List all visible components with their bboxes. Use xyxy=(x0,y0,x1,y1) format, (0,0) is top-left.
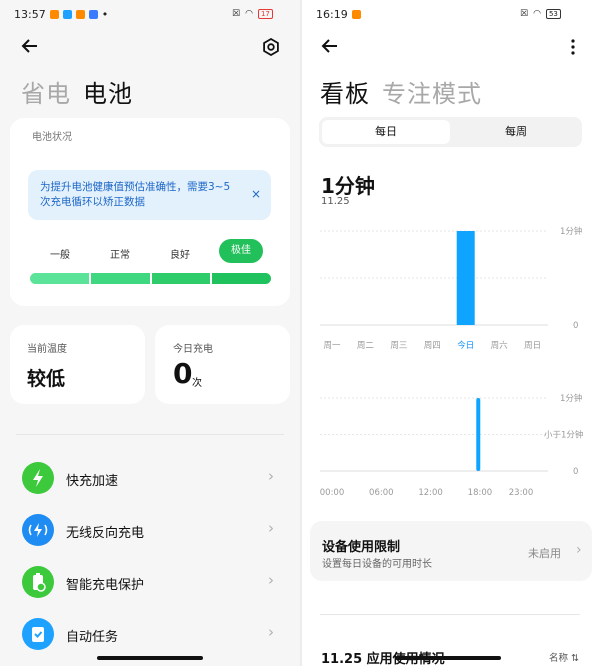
x-tick-label: 今日 xyxy=(457,340,474,351)
weekly-bar xyxy=(456,231,475,325)
battery-shield-icon xyxy=(22,566,54,598)
level-fair: 一般 xyxy=(50,250,70,261)
menu-label: 智能充电保护 xyxy=(66,578,145,593)
divider xyxy=(16,434,284,435)
hourly-usage-chart: 1分钟小于1分钟 0 00:00 06:00 12:00 18:00 23:00 xyxy=(320,393,584,498)
divider xyxy=(320,614,580,615)
status-time: 16:19 xyxy=(316,8,348,21)
period-segmented-control: 每日 每周 xyxy=(319,117,582,147)
notification-icon xyxy=(49,10,59,19)
notification-icon xyxy=(62,10,72,19)
status-dot: • xyxy=(101,8,109,21)
total-screen-time: 1分钟 xyxy=(321,174,375,198)
no-sim-icon: ☒ xyxy=(520,9,529,19)
x-tick-label: 23:00 xyxy=(509,488,534,498)
status-bar-left: 16:19 xyxy=(316,8,361,21)
segment-daily[interactable]: 每日 xyxy=(322,120,450,144)
status-bar-left: 13:57 • xyxy=(14,8,108,21)
status-bar-right: ☒ ◠ 17 xyxy=(232,9,273,19)
menu-label: 自动任务 xyxy=(66,630,119,645)
status-bar-right: ☒ ◠ 53 xyxy=(520,9,561,19)
arrow-left-icon[interactable] xyxy=(320,36,340,60)
charge-count-unit: 次 xyxy=(192,378,202,389)
health-segment xyxy=(30,273,89,284)
bluetooth-icon xyxy=(88,10,98,19)
battery-icon: 53 xyxy=(545,9,561,19)
sort-by-name-button[interactable]: 名称 ⇅ xyxy=(549,650,579,664)
more-vertical-icon[interactable] xyxy=(570,39,576,59)
x-tick-label: 06:00 xyxy=(369,488,394,498)
x-tick-label: 周六 xyxy=(491,340,509,351)
arrow-left-icon[interactable] xyxy=(20,36,40,61)
tab-battery[interactable]: 电池 xyxy=(83,74,133,109)
temperature-value: 较低 xyxy=(27,368,66,390)
level-good: 良好 xyxy=(170,250,190,261)
health-segment xyxy=(91,273,150,284)
notification-icon xyxy=(351,10,361,19)
notification-icon xyxy=(75,10,85,19)
device-limit-status: 未启用 xyxy=(528,547,561,560)
chevron-right-icon: › xyxy=(576,542,582,558)
y-tick-label: 1分钟 xyxy=(560,226,582,237)
calibration-notice: 为提升电池健康值预估准确性，需要3~5次充电循环以矫正数据 × xyxy=(28,170,271,220)
x-tick-label: 周四 xyxy=(424,341,441,351)
screen-time-screen: 16:19 ☒ ◠ 53 看板 专注模式 每日 每周 1分钟 11.25 1分钟… xyxy=(302,0,600,666)
chevron-right-icon: › xyxy=(268,623,274,641)
gear-icon[interactable] xyxy=(262,37,280,60)
menu-label: 无线反向充电 xyxy=(66,526,145,541)
level-normal: 正常 xyxy=(110,250,130,261)
chevron-right-icon: › xyxy=(268,467,274,485)
device-limit-subtitle: 设置每日设备的可用时长 xyxy=(322,559,432,570)
home-indicator[interactable] xyxy=(395,656,501,660)
x-tick-label: 周三 xyxy=(390,341,407,351)
y-tick-label: 0 xyxy=(573,467,578,477)
segment-weekly[interactable]: 每周 xyxy=(452,120,580,144)
status-time: 13:57 xyxy=(14,8,46,21)
tab-power-saving[interactable]: 省电 xyxy=(21,74,71,109)
x-tick-label: 18:00 xyxy=(468,488,493,498)
device-limit-card[interactable]: 设备使用限制 设置每日设备的可用时长 未启用 › xyxy=(310,521,592,581)
clipboard-check-icon xyxy=(22,618,54,650)
chevron-right-icon: › xyxy=(268,519,274,537)
notice-text: 为提升电池健康值预估准确性，需要3~5次充电循环以矫正数据 xyxy=(40,181,231,208)
home-indicator[interactable] xyxy=(97,656,203,660)
no-sim-icon: ☒ xyxy=(232,9,241,19)
chevron-right-icon: › xyxy=(268,571,274,589)
battery-icon: 17 xyxy=(257,9,273,19)
battery-status-label: 电池状况 xyxy=(32,132,72,143)
x-tick-label: 12:00 xyxy=(418,488,443,498)
close-icon[interactable]: × xyxy=(251,187,261,201)
health-segment xyxy=(212,273,271,284)
menu-label: 快充加速 xyxy=(66,474,119,489)
wireless-charge-icon xyxy=(22,514,54,546)
device-limit-title: 设备使用限制 xyxy=(322,540,401,555)
tab-dashboard[interactable]: 看板 xyxy=(320,74,370,109)
temperature-label: 当前温度 xyxy=(27,344,67,355)
x-tick-label: 周一 xyxy=(323,341,341,351)
hourly-bar xyxy=(476,398,481,471)
tab-focus-mode[interactable]: 专注模式 xyxy=(382,74,482,109)
wifi-icon: ◠ xyxy=(245,9,253,19)
y-tick-label: 小于1分钟 xyxy=(544,430,583,441)
x-tick-label: 周二 xyxy=(357,341,375,351)
charge-count-value: 0 xyxy=(173,357,193,390)
weekly-usage-chart: 1分钟 0 周一 周二 周三 周四 今日 周六 周日 xyxy=(320,226,582,351)
wifi-icon: ◠ xyxy=(533,9,541,19)
usage-date: 11.25 xyxy=(321,196,350,207)
y-tick-label: 1分钟 xyxy=(560,393,582,404)
x-tick-label: 00:00 xyxy=(320,488,345,498)
x-tick-label: 周日 xyxy=(524,341,541,351)
charge-count-label: 今日充电 xyxy=(173,344,213,355)
level-excellent-badge: 极佳 xyxy=(219,239,263,263)
battery-screen: 13:57 • ☒ ◠ 17 省电 电池 电池状况 为提升电池健康值预估准确性，… xyxy=(0,0,300,666)
lightning-icon xyxy=(22,462,54,494)
y-tick-label: 0 xyxy=(573,321,578,331)
health-segment xyxy=(152,273,210,284)
